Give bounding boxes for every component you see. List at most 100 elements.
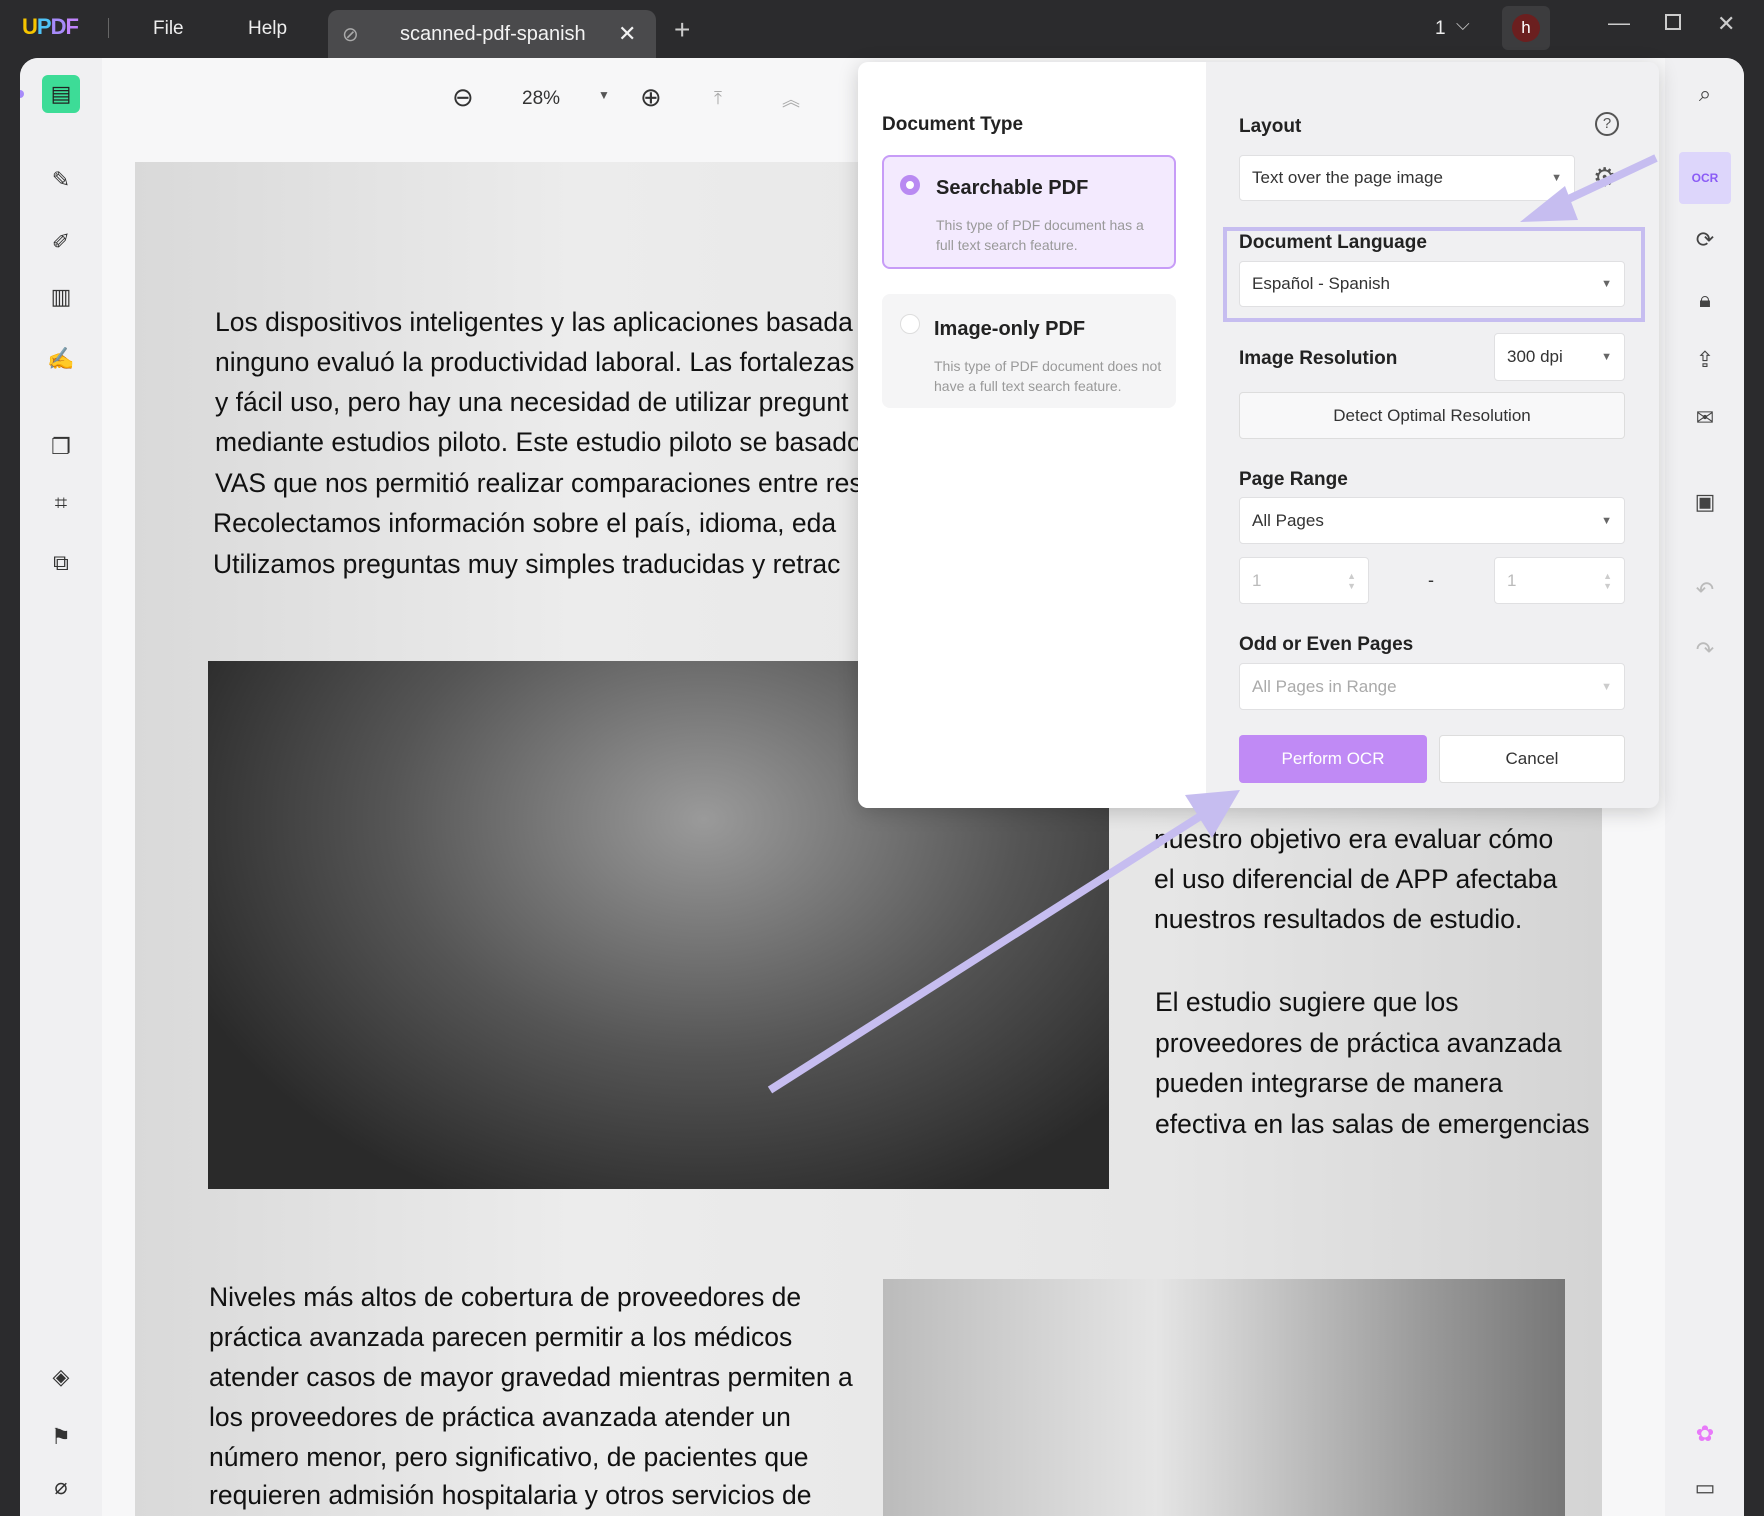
zoom-in-icon[interactable]: ⊕ <box>640 82 662 113</box>
odd-even-label: Odd or Even Pages <box>1239 634 1414 655</box>
page-text: nuestro objetivo era evaluar cómo <box>1154 824 1554 854</box>
page-text: práctica avanzada parecen permitir a los… <box>209 1322 793 1352</box>
page-text: proveedores de práctica avanzada <box>1155 1028 1562 1058</box>
image-only-pdf-label: Image-only PDF <box>934 318 1086 340</box>
email-icon[interactable]: ✉ <box>1685 398 1725 438</box>
page-range-value: All Pages <box>1252 510 1324 530</box>
document-tab[interactable]: ⊘ scanned-pdf-spanish ✕ <box>328 10 656 58</box>
page-text: Niveles más altos de cobertura de provee… <box>209 1282 802 1312</box>
search-icon[interactable]: ⌕ <box>1685 74 1725 114</box>
ai-assistant-icon[interactable]: ✿ <box>1685 1414 1725 1454</box>
searchable-pdf-desc: This type of PDF document has a full tex… <box>936 217 1144 253</box>
edit-pdf-icon[interactable]: ✐ <box>42 223 80 261</box>
zoom-level[interactable]: 28% <box>522 88 560 110</box>
menu-help[interactable]: Help <box>248 18 287 40</box>
undo-icon[interactable]: ↶ <box>1685 570 1725 610</box>
new-tab-icon[interactable]: + <box>674 14 690 46</box>
resolution-value: 300 dpi <box>1507 347 1563 366</box>
left-toolbar: ▤ ✎ ✐ ▥ ✍ ❐ ⌗ ⧉ ◈ ⚑ ⌀ <box>20 58 102 1516</box>
redo-icon[interactable]: ↷ <box>1685 630 1725 670</box>
page-range-label: Page Range <box>1239 469 1348 490</box>
prev-page-icon[interactable]: ︽ <box>782 86 800 112</box>
page-text: ninguno evaluó la productividad laboral.… <box>215 347 855 377</box>
page-text: el uso diferencial de APP afectaba <box>1154 864 1558 894</box>
zoom-dropdown-icon[interactable]: ▼ <box>598 88 610 102</box>
chevron-down-icon[interactable]: ⌵ <box>1456 14 1470 35</box>
spinner-icon[interactable]: ▲ ▼ <box>1603 571 1612 591</box>
page-text: nuestros resultados de estudio. <box>1154 904 1523 934</box>
zoom-out-icon[interactable]: ⊖ <box>452 82 474 113</box>
close-window-icon[interactable]: ✕ <box>1717 11 1735 37</box>
page-count[interactable]: 1 <box>1435 18 1446 40</box>
save-icon[interactable]: ▣ <box>1685 482 1725 522</box>
spinner-icon[interactable]: ▲ ▼ <box>1347 571 1356 591</box>
help-icon[interactable]: ? <box>1595 112 1619 136</box>
settings-gear-icon[interactable]: ⚙ <box>1593 162 1616 193</box>
radio-unselected[interactable] <box>900 314 920 334</box>
page-text: atender casos de mayor gravedad mientras… <box>209 1362 853 1392</box>
ocr-dialog: Document Type Searchable PDF This type o… <box>858 62 1659 808</box>
form-icon[interactable]: ▥ <box>42 278 80 316</box>
comment-icon[interactable]: ✎ <box>42 161 80 199</box>
ocr-icon[interactable]: OCR <box>1679 152 1731 204</box>
indicator-dot <box>20 90 24 98</box>
page-range-select[interactable]: All Pages ▼ <box>1239 497 1625 544</box>
image-only-pdf-option[interactable]: Image-only PDF This type of PDF document… <box>882 294 1176 408</box>
dropdown-caret-icon: ▼ <box>1551 172 1562 184</box>
protect-icon[interactable]: 🔒︎ <box>1685 280 1725 320</box>
reader-icon[interactable]: ▤ <box>42 75 80 113</box>
close-tab-icon[interactable]: ✕ <box>618 21 636 47</box>
account-button[interactable]: h <box>1502 6 1550 50</box>
divider <box>108 18 109 38</box>
language-select[interactable]: Español - Spanish ▼ <box>1239 261 1625 307</box>
attachment-icon[interactable]: ⌀ <box>42 1468 80 1506</box>
photo-second <box>883 1279 1565 1516</box>
page-text: pueden integrarse de manera <box>1155 1068 1503 1098</box>
avatar: h <box>1512 14 1540 42</box>
cancel-button[interactable]: Cancel <box>1439 735 1625 783</box>
menu-file[interactable]: File <box>153 18 184 40</box>
range-from-input[interactable]: 1 ▲ ▼ <box>1239 557 1369 604</box>
range-to-value: 1 <box>1507 570 1517 590</box>
layers-icon[interactable]: ◈ <box>42 1358 80 1396</box>
dropdown-caret-icon: ▼ <box>1601 514 1612 527</box>
dropdown-caret-icon: ▼ <box>1601 351 1612 363</box>
range-separator: - <box>1428 570 1434 590</box>
convert-icon[interactable]: ⟳ <box>1685 220 1725 260</box>
odd-even-select[interactable]: All Pages in Range ▼ <box>1239 663 1625 710</box>
comments-panel-icon[interactable]: ▭ <box>1685 1468 1725 1508</box>
share-icon[interactable]: ⇪ <box>1685 340 1725 380</box>
page-text: Los dispositivos inteligentes y las apli… <box>215 307 853 337</box>
title-bar: UPDF File Help ⊘ scanned-pdf-spanish ✕ +… <box>0 0 1764 58</box>
document-type-panel: Document Type Searchable PDF This type o… <box>858 62 1206 808</box>
searchable-pdf-option[interactable]: Searchable PDF This type of PDF document… <box>882 155 1176 269</box>
dropdown-caret-icon: ▼ <box>1601 278 1612 290</box>
maximize-icon[interactable] <box>1665 14 1681 30</box>
odd-even-value: All Pages in Range <box>1252 676 1397 696</box>
image-resolution-label: Image Resolution <box>1239 348 1398 369</box>
updf-logo: UPDF <box>22 14 79 39</box>
page-text: número menor, pero significativo, de pac… <box>209 1442 809 1472</box>
page-text: y fácil uso, pero hay una necesidad de u… <box>215 387 849 417</box>
minimize-icon[interactable]: — <box>1608 10 1630 36</box>
bookmark-icon[interactable]: ⚑ <box>42 1418 80 1456</box>
range-to-input[interactable]: 1 ▲ ▼ <box>1494 557 1625 604</box>
radio-selected[interactable] <box>900 175 920 195</box>
layout-label: Layout <box>1239 116 1302 137</box>
layout-select[interactable]: Text over the page image ▼ <box>1239 155 1575 201</box>
document-type-title: Document Type <box>882 114 1024 135</box>
detect-optimal-resolution-button[interactable]: Detect Optimal Resolution <box>1239 392 1625 439</box>
resolution-select[interactable]: 300 dpi ▼ <box>1494 333 1625 381</box>
dropdown-caret-icon: ▼ <box>1601 680 1612 693</box>
organize-pages-icon[interactable]: ❐ <box>42 428 80 466</box>
crop-icon[interactable]: ⌗ <box>42 484 80 522</box>
page-text: VAS que nos permitió realizar comparacio… <box>215 468 863 498</box>
range-from-value: 1 <box>1252 570 1262 590</box>
first-page-icon[interactable]: ⤒ <box>714 88 722 109</box>
layout-value: Text over the page image <box>1252 168 1443 187</box>
page-text: El estudio sugiere que los <box>1155 987 1459 1017</box>
compress-icon[interactable]: ⧉ <box>42 544 80 582</box>
tab-title: scanned-pdf-spanish <box>400 23 586 45</box>
perform-ocr-button[interactable]: Perform OCR <box>1239 735 1427 783</box>
fill-sign-icon[interactable]: ✍ <box>42 340 80 378</box>
